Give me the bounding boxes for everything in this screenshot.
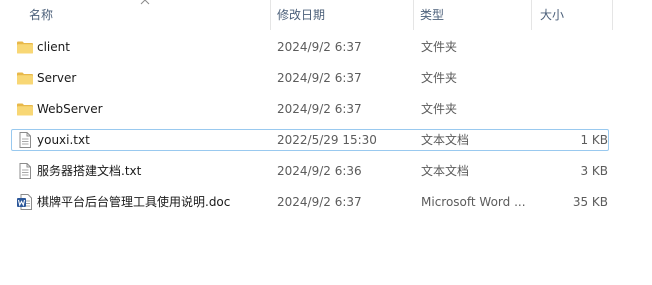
file-size [532,37,608,57]
file-size: 3 KB [580,164,608,178]
column-header-name[interactable]: 名称 [29,0,269,30]
file-row[interactable]: client 2024/9/2 6:37 文件夹 [11,36,609,58]
file-row[interactable]: WebServer 2024/9/2 6:37 文件夹 [11,98,609,120]
column-header-date[interactable]: 修改日期 [277,0,412,30]
file-size: 35 KB [572,195,608,209]
file-modified-date: 2022/5/29 15:30 [277,133,377,147]
file-modified-date: 2024/9/2 6:37 [277,195,362,209]
file-type: Microsoft Word ... [421,195,526,209]
column-divider[interactable] [531,0,532,30]
column-header-type[interactable]: 类型 [420,0,530,30]
word-doc-icon [16,194,34,210]
file-name: 服务器搭建文档.txt [37,164,142,178]
folder-icon [16,101,34,117]
file-name: client [37,40,70,54]
file-modified-date: 2024/9/2 6:37 [277,102,362,116]
file-row[interactable]: 棋牌平台后台管理工具使用说明.doc 2024/9/2 6:37 Microsoft… [11,191,609,213]
file-type: 文本文档 [421,133,470,147]
file-name: Server [37,71,77,85]
file-name: WebServer [37,102,103,116]
text-file-icon [16,132,34,148]
folder-icon [16,70,34,86]
column-divider[interactable] [413,0,414,30]
text-file-icon [16,163,34,179]
file-size [532,99,608,119]
file-row[interactable]: Server 2024/9/2 6:37 文件夹 [11,67,609,89]
file-type: 文件夹 [421,71,458,85]
column-divider[interactable] [612,0,613,30]
folder-icon [16,39,34,55]
file-name: 棋牌平台后台管理工具使用说明.doc [37,195,231,209]
column-divider[interactable] [270,0,271,30]
file-row[interactable]: youxi.txt 2022/5/29 15:30 文本文档 1 KB [11,129,609,151]
file-type: 文件夹 [421,102,458,116]
column-header-bar: 名称 修改日期 类型 大小 [0,0,652,30]
file-modified-date: 2024/9/2 6:36 [277,164,362,178]
file-type: 文本文档 [421,164,470,178]
file-modified-date: 2024/9/2 6:37 [277,40,362,54]
file-type: 文件夹 [421,40,458,54]
file-name: youxi.txt [37,133,90,147]
file-size [532,68,608,88]
file-size: 1 KB [580,133,608,147]
file-row[interactable]: 服务器搭建文档.txt 2024/9/2 6:36 文本文档 3 KB [11,160,609,182]
column-header-size[interactable]: 大小 [540,0,610,30]
file-modified-date: 2024/9/2 6:37 [277,71,362,85]
